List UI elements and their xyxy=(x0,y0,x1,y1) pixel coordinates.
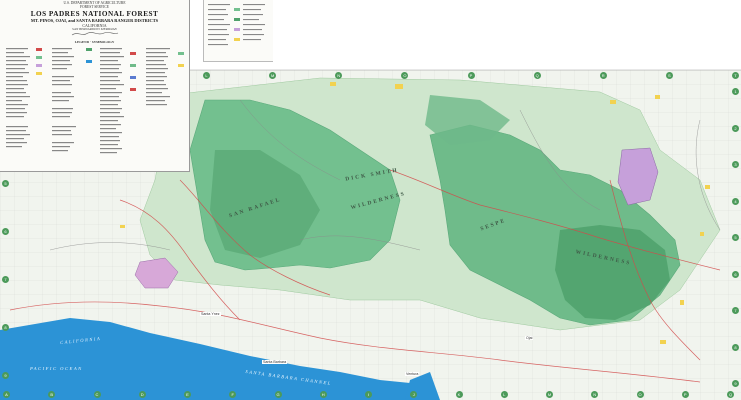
grid-marker: K xyxy=(455,391,463,398)
grid-marker: 3 xyxy=(732,161,739,168)
legend-symbols xyxy=(6,48,184,154)
grid-marker: D xyxy=(138,391,146,398)
legend-panel: U.S. DEPARTMENT OF AGRICULTURE FOREST SE… xyxy=(0,0,190,172)
place-santa-ynez: Santa Ynez xyxy=(200,312,221,316)
place-santa-barbara: Santa Barbara xyxy=(262,360,288,364)
grid-marker: 7 xyxy=(2,276,9,283)
grid-marker: E xyxy=(184,391,191,398)
grid-marker: O xyxy=(636,391,644,398)
grid-marker: 4 xyxy=(732,197,739,205)
grid-marker: 8 xyxy=(732,343,739,351)
grid-marker: M xyxy=(546,391,553,398)
grid-marker: 2 xyxy=(732,124,739,132)
grid-marker: T xyxy=(732,72,739,79)
grid-marker: G xyxy=(274,391,282,398)
grid-marker: 7 xyxy=(732,307,739,314)
legend-strip xyxy=(203,0,273,62)
grid-marker: 9 xyxy=(2,372,9,379)
grid-marker: A xyxy=(3,391,10,398)
grid-marker: 5 xyxy=(2,180,9,187)
grid-marker: 9 xyxy=(732,380,739,387)
grid-marker: 6 xyxy=(732,270,739,278)
grid-marker: 8 xyxy=(2,324,9,331)
grid-marker: 5 xyxy=(732,234,739,241)
legend-strip-symbols xyxy=(208,4,265,46)
label-pacific-ocean: PACIFIC OCEAN xyxy=(30,366,83,371)
grid-marker: C xyxy=(93,391,101,398)
grid-marker: P xyxy=(681,391,689,398)
place-ojai: Ojai xyxy=(525,336,534,340)
grid-marker: P xyxy=(467,72,475,79)
legend-heading: LEGEND · SYMBOLOGY xyxy=(74,40,115,44)
grid-marker: L xyxy=(203,72,210,79)
grid-marker: L xyxy=(500,391,508,398)
grid-marker: Q xyxy=(727,391,734,398)
grid-marker: S xyxy=(665,72,673,79)
grid-marker: R xyxy=(599,72,607,79)
grid-marker: I xyxy=(365,391,372,398)
place-ventura: Ventura xyxy=(405,372,420,376)
grid-marker: 1 xyxy=(732,88,739,95)
grid-marker: 6 xyxy=(2,228,9,235)
grid-marker: H xyxy=(319,391,327,398)
signature-scribble xyxy=(71,32,119,36)
map-header: U.S. DEPARTMENT OF AGRICULTURE FOREST SE… xyxy=(0,1,189,32)
grid-marker: Q xyxy=(533,72,541,79)
